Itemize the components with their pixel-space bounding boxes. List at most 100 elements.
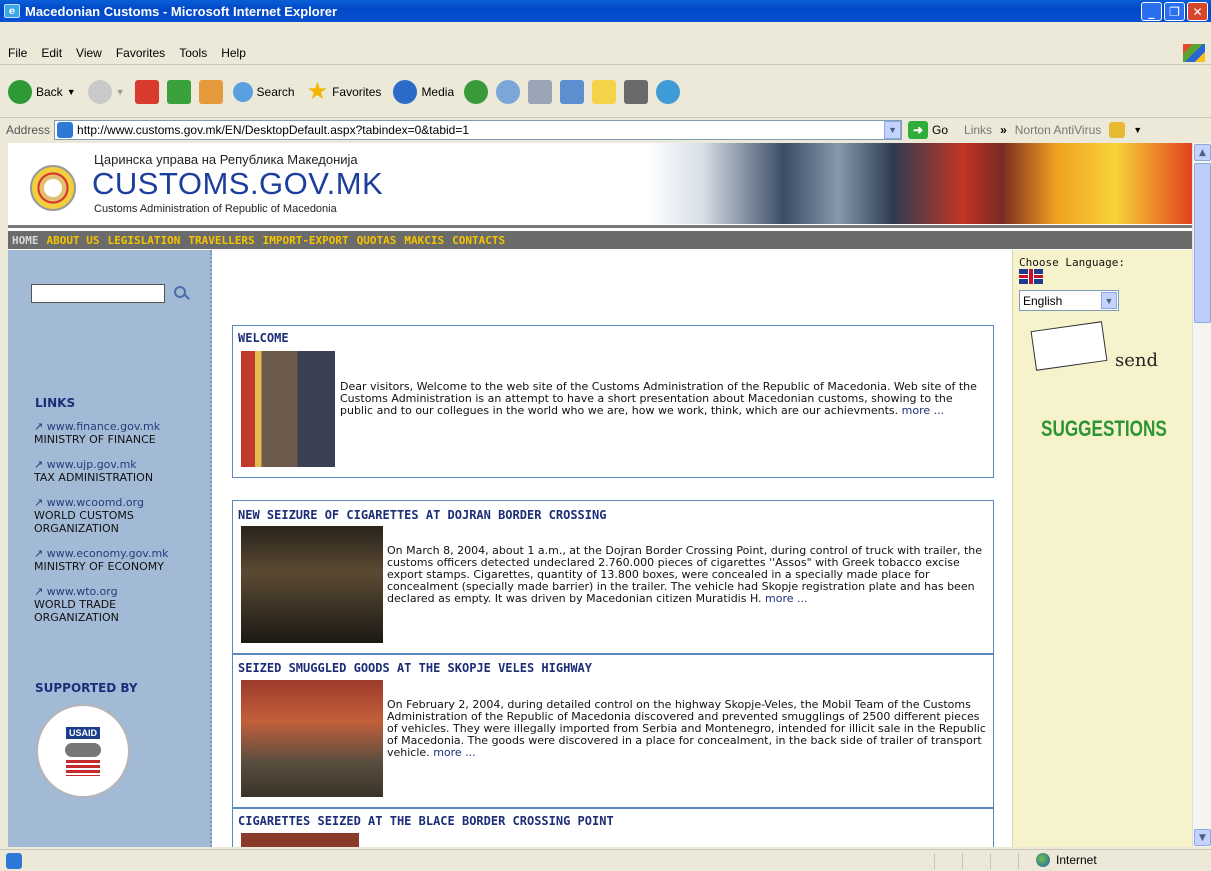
back-dropdown-icon[interactable]: ▼ xyxy=(67,87,76,97)
edit-icon[interactable] xyxy=(560,79,585,104)
norton-label[interactable]: Norton AntiVirus xyxy=(1015,123,1102,137)
nav-legislation[interactable]: LEGISLATION xyxy=(107,234,180,247)
banner-cyrillic: Царинска управа на Република Македонија xyxy=(94,152,358,167)
nav-quotas[interactable]: QUOTAS xyxy=(357,234,397,247)
menu-favorites[interactable]: Favorites xyxy=(116,46,165,60)
links-label[interactable]: Links xyxy=(964,123,992,137)
more-link[interactable]: more ... xyxy=(433,746,475,759)
address-bar: Address http://www.customs.gov.mk/EN/Des… xyxy=(0,118,1211,142)
nav-travellers[interactable]: TRAVELLERS xyxy=(188,234,254,247)
nav-import-export[interactable]: IMPORT-EXPORT xyxy=(263,234,349,247)
forward-button[interactable]: ▼ xyxy=(86,73,127,111)
history-icon[interactable] xyxy=(464,79,489,104)
suggestions-link[interactable]: SUGGESTIONS xyxy=(1041,416,1167,442)
scroll-up-icon[interactable]: ▲ xyxy=(1194,144,1211,161)
link-item[interactable]: ↗ www.economy.gov.mk MINISTRY OF ECONOMY xyxy=(34,547,169,573)
stripes-icon xyxy=(66,760,100,776)
menu-file[interactable]: File xyxy=(8,46,27,60)
norton-icon[interactable] xyxy=(1109,122,1126,138)
address-dropdown-icon[interactable]: ▼ xyxy=(884,121,902,139)
internet-globe-icon xyxy=(1036,853,1050,867)
link-item[interactable]: ↗ www.finance.gov.mk MINISTRY OF FINANCE xyxy=(34,420,160,446)
banner-image xyxy=(648,143,1192,224)
windows-logo-icon xyxy=(1183,44,1205,62)
send-label: send xyxy=(1115,350,1159,371)
ie-icon: e xyxy=(4,4,20,18)
news-box: CIGARETTES SEIZED AT THE BLACE BORDER CR… xyxy=(232,808,994,847)
security-zone: Internet xyxy=(1036,853,1097,867)
media-label: Media xyxy=(421,84,455,99)
search-label: Search xyxy=(256,84,295,99)
send-button[interactable]: send xyxy=(1030,321,1158,380)
article-title[interactable]: SEIZED SMUGGLED GOODS AT THE SKOPJE VELE… xyxy=(238,661,592,675)
browser-window: e Macedonian Customs - Microsoft Interne… xyxy=(0,0,1211,871)
site-search-input[interactable] xyxy=(31,284,165,303)
nav-contacts[interactable]: CONTACTS xyxy=(452,234,505,247)
handshake-icon xyxy=(65,743,101,757)
research-icon[interactable] xyxy=(624,79,649,104)
vertical-scrollbar[interactable]: ▲ ▼ xyxy=(1192,143,1211,847)
links-chevron-icon[interactable]: » xyxy=(1000,123,1007,137)
status-bar: Internet xyxy=(0,849,1211,871)
back-label: Back xyxy=(36,84,63,99)
restore-button[interactable]: ❐ xyxy=(1164,2,1185,21)
left-column: LINKS ↗ www.finance.gov.mk MINISTRY OF FI… xyxy=(8,250,212,847)
forward-dropdown-icon[interactable]: ▼ xyxy=(116,87,125,97)
uk-flag-icon[interactable] xyxy=(1019,269,1043,284)
messenger-icon[interactable] xyxy=(656,79,681,104)
menu-bar: File Edit View Favorites Tools Help xyxy=(0,41,1211,65)
menu-view[interactable]: View xyxy=(76,46,102,60)
stop-icon[interactable] xyxy=(134,79,159,104)
scroll-down-icon[interactable]: ▼ xyxy=(1194,829,1211,846)
media-button[interactable]: Media xyxy=(391,73,456,111)
director-photo xyxy=(241,351,335,467)
article-body: On March 8, 2004, about 1 a.m., at the D… xyxy=(387,544,983,605)
nav-about-us[interactable]: ABOUT US xyxy=(47,234,100,247)
search-button[interactable]: Search xyxy=(231,73,297,111)
menu-help[interactable]: Help xyxy=(221,46,246,60)
scroll-thumb[interactable] xyxy=(1194,163,1211,323)
choose-language-label: Choose Language: xyxy=(1019,256,1125,269)
language-value: English xyxy=(1023,293,1063,308)
supported-by-heading: SUPPORTED BY xyxy=(35,681,138,695)
go-arrow-icon: ➜ xyxy=(908,121,929,139)
close-button[interactable]: ✕ xyxy=(1187,2,1208,21)
link-item[interactable]: ↗ www.ujp.gov.mk TAX ADMINISTRATION xyxy=(34,458,153,484)
language-select[interactable]: English ▼ xyxy=(1019,290,1119,311)
media-icon xyxy=(393,79,418,104)
favorites-button[interactable]: ★ Favorites xyxy=(305,73,384,111)
norton-dropdown-icon[interactable]: ▼ xyxy=(1133,125,1142,135)
links-heading: LINKS xyxy=(35,396,76,410)
blace-photo xyxy=(241,833,359,847)
right-column: Choose Language: English ▼ send SUGGESTI… xyxy=(1012,250,1192,847)
envelope-icon xyxy=(1030,321,1108,371)
language-dropdown-icon[interactable]: ▼ xyxy=(1101,292,1117,309)
nav-home[interactable]: HOME xyxy=(12,234,39,247)
discuss-icon[interactable] xyxy=(592,79,617,104)
usaid-label: USAID xyxy=(64,726,101,740)
mail-icon[interactable] xyxy=(496,79,521,104)
more-link[interactable]: more ... xyxy=(902,404,944,417)
print-icon[interactable] xyxy=(528,79,553,104)
article-title: WELCOME xyxy=(238,331,289,345)
go-button[interactable]: ➜ Go xyxy=(908,121,948,139)
banner-title: CUSTOMS.GOV.MK xyxy=(92,166,384,201)
link-item[interactable]: ↗ www.wto.org WORLD TRADE ORGANIZATION xyxy=(34,585,144,624)
address-input[interactable]: http://www.customs.gov.mk/EN/DesktopDefa… xyxy=(54,120,903,140)
customs-logo xyxy=(30,165,76,211)
home-icon[interactable] xyxy=(198,79,223,104)
usaid-logo[interactable]: USAID xyxy=(36,704,130,798)
article-title[interactable]: NEW SEIZURE OF CIGARETTES AT DOJRAN BORD… xyxy=(238,508,606,522)
link-item[interactable]: ↗ www.wcoomd.org WORLD CUSTOMS ORGANIZATI… xyxy=(34,496,184,535)
article-title[interactable]: CIGARETTES SEIZED AT THE BLACE BORDER CR… xyxy=(238,814,614,828)
favorites-label: Favorites xyxy=(332,84,382,99)
title-bar: e Macedonian Customs - Microsoft Interne… xyxy=(0,0,1211,22)
more-link[interactable]: more ... xyxy=(765,592,807,605)
refresh-icon[interactable] xyxy=(166,79,191,104)
back-button[interactable]: Back ▼ xyxy=(6,73,78,111)
search-icon[interactable] xyxy=(174,286,186,298)
menu-tools[interactable]: Tools xyxy=(179,46,207,60)
minimize-button[interactable]: _ xyxy=(1141,2,1162,21)
nav-makcis[interactable]: MAKCIS xyxy=(404,234,444,247)
menu-edit[interactable]: Edit xyxy=(41,46,62,60)
